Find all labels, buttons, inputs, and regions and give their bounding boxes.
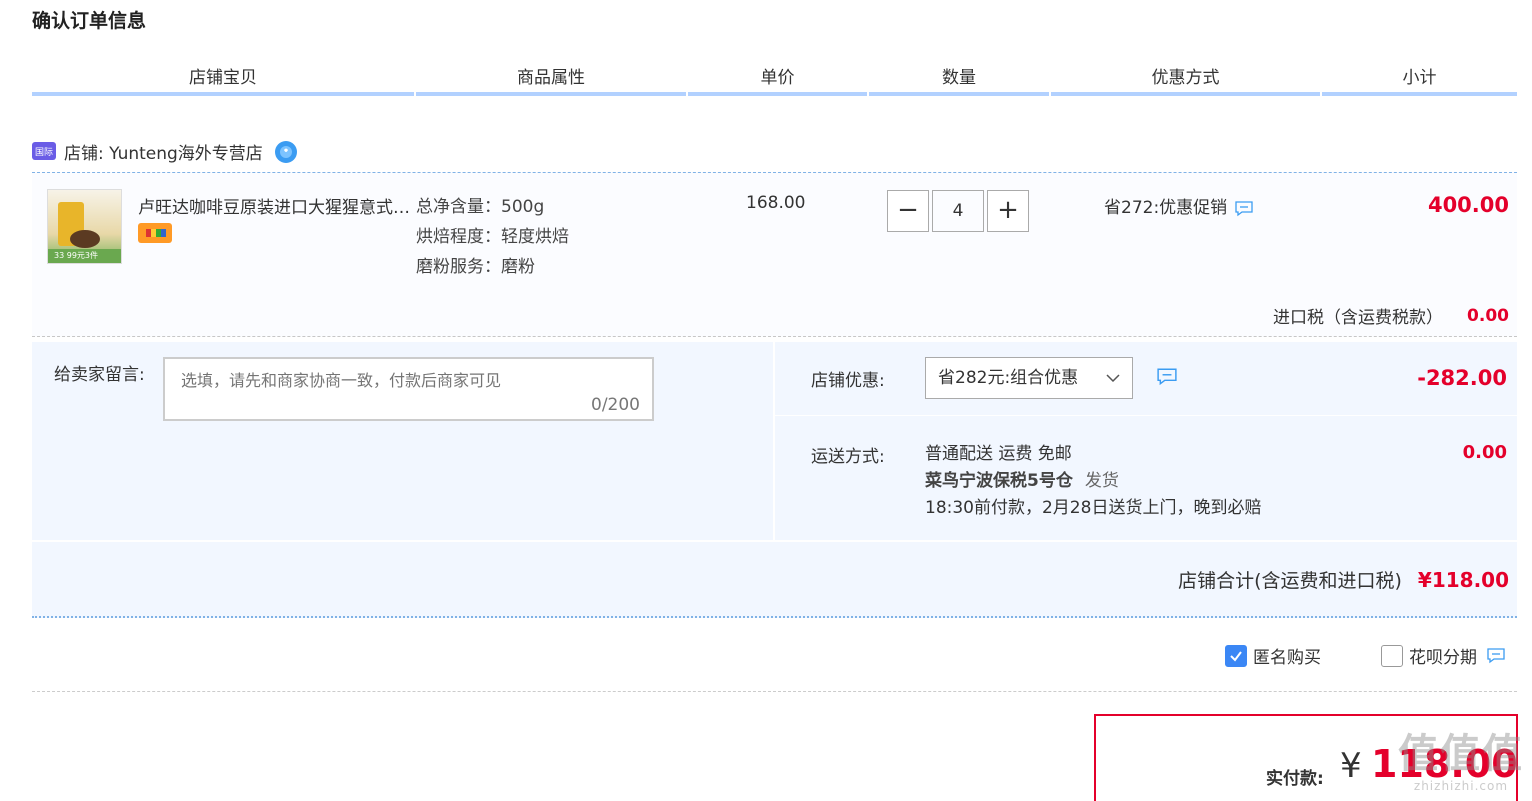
column-quantity: 数量: [869, 64, 1049, 96]
shipping-warehouse-line: 菜鸟宁波保税5号仓 发货: [925, 468, 1261, 495]
product-thumbnail[interactable]: 33 99元3件: [47, 189, 122, 264]
column-subtotal: 小计: [1322, 64, 1517, 96]
watermark-logo: 值值值: [1398, 731, 1524, 777]
shop-total-line: 店铺合计(含运费和进口税) ¥118.00: [1178, 566, 1509, 593]
chevron-down-icon: [1106, 374, 1120, 383]
shop-total-label: 店铺合计(含运费和进口税): [1178, 570, 1402, 592]
pay-currency: ¥: [1340, 746, 1362, 786]
anonymous-label: 匿名购买: [1253, 648, 1321, 668]
page-title: 确认订单信息: [32, 10, 147, 32]
import-tax-label: 进口税（含运费税款）: [1273, 308, 1444, 328]
order-options: 匿名购买 花呗分期: [1225, 643, 1505, 668]
shop-coupon-row: 店铺优惠: 省282元:组合优惠 -282.00: [775, 342, 1517, 416]
remark-char-count: 0/200: [591, 395, 640, 415]
remark-box: 0/200: [163, 357, 654, 421]
shop-total-panel: 店铺合计(含运费和进口税) ¥118.00: [32, 542, 1517, 618]
shipping-fee-value: 0.00: [1462, 442, 1507, 463]
coupon-label: 店铺优惠:: [811, 371, 885, 391]
attr-net-weight: 总净含量：500g: [416, 197, 545, 217]
column-attributes: 商品属性: [416, 64, 686, 96]
watermark-url: zhizhizhi.com: [1413, 779, 1509, 793]
tmall-global-icon: 国际: [32, 142, 56, 160]
remark-label: 给卖家留言:: [54, 365, 145, 385]
promotion-info: 省272:优惠促销: [1104, 193, 1253, 218]
quantity-stepper: − 4 +: [887, 190, 1029, 232]
coupon-selected-value: 省282元:组合优惠: [938, 368, 1079, 388]
shipping-eta: 18:30前付款，2月28日送货上门，晚到必赔: [925, 498, 1262, 518]
divider: [32, 691, 1517, 692]
pay-label: 实付款:: [1266, 769, 1324, 789]
shop-name-link[interactable]: 店铺: Yunteng海外专营店: [64, 139, 263, 164]
checkmark-icon: [1230, 650, 1242, 662]
column-discount: 优惠方式: [1051, 64, 1320, 96]
chat-wangwang-icon[interactable]: [273, 138, 299, 164]
shipping-method: 普通配送 运费 免邮: [925, 444, 1072, 464]
remark-input[interactable]: [165, 359, 652, 419]
coupon-select[interactable]: 省282元:组合优惠: [925, 357, 1133, 399]
promotion-text: 省272:优惠促销: [1104, 198, 1228, 218]
product-title-link[interactable]: 卢旺达咖啡豆原装进口大猩猩意式拼配咖啡豆: [138, 193, 410, 218]
column-header: 店铺宝贝 商品属性 单价 数量 优惠方式 小计: [32, 64, 1517, 97]
item-subtotal: 400.00: [1427, 193, 1509, 217]
shipping-label: 运送方式:: [811, 447, 885, 467]
attr-grinding: 磨粉服务：磨粉: [416, 257, 535, 277]
coupon-discount-value: -282.00: [1417, 366, 1507, 390]
import-tax-value: 0.00: [1467, 305, 1509, 326]
order-item-row: 33 99元3件 卢旺达咖啡豆原装进口大猩猩意式拼配咖啡豆 总净含量：500g …: [32, 172, 1517, 337]
seller-remark-panel: 给卖家留言: 0/200: [32, 342, 773, 540]
watermark: 值值值 zhizhizhi.com: [1398, 721, 1524, 793]
shipping-warehouse: 菜鸟宁波保税5号仓: [925, 471, 1073, 491]
anonymous-option[interactable]: 匿名购买: [1225, 643, 1321, 668]
unit-price: 168.00: [746, 193, 806, 213]
import-tax-line: 进口税（含运费税款） 0.00: [1273, 303, 1509, 329]
huabei-label: 花呗分期: [1409, 648, 1477, 668]
promotion-info-icon[interactable]: [1235, 200, 1253, 217]
column-price: 单价: [688, 64, 867, 96]
shipping-dispatch: 发货: [1084, 471, 1119, 491]
thumbnail-caption: 33 99元3件: [48, 249, 121, 263]
shipping-info: 普通配送 运费 免邮 菜鸟宁波保税5号仓 发货 18:30前付款，2月28日送货上…: [925, 441, 1261, 522]
shop-total-amount: ¥118.00: [1417, 567, 1509, 592]
huabei-checkbox[interactable]: [1381, 644, 1403, 667]
column-shop-item: 店铺宝贝: [32, 64, 414, 96]
increase-quantity-button[interactable]: +: [987, 190, 1029, 232]
huabei-option[interactable]: 花呗分期: [1381, 643, 1505, 668]
shop-line: 国际 店铺: Yunteng海外专营店: [32, 138, 299, 164]
huabei-info-icon[interactable]: [1487, 647, 1505, 664]
shop-settings-panel: 店铺优惠: 省282元:组合优惠 -282.00 运送方式: 普通配送 运费 免…: [775, 342, 1517, 540]
coupon-info-icon[interactable]: [1157, 368, 1177, 386]
product-attributes: 总净含量：500g 烘焙程度：轻度烘焙 磨粉服务：磨粉: [416, 192, 569, 282]
credit-card-icon: [138, 223, 172, 243]
quantity-input[interactable]: 4: [932, 190, 984, 232]
attr-roast-level: 烘焙程度：轻度烘焙: [416, 227, 569, 247]
decrease-quantity-button[interactable]: −: [887, 190, 929, 232]
anonymous-checkbox[interactable]: [1225, 644, 1247, 667]
